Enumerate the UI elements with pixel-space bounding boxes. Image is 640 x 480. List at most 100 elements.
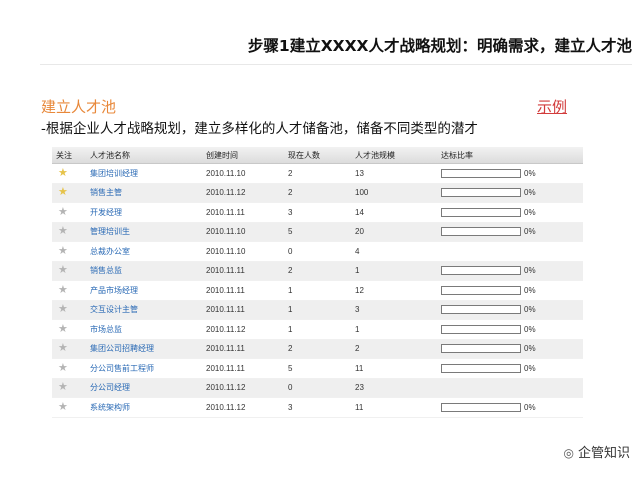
pool-name-link[interactable]: 集团培训经理: [86, 163, 202, 184]
rate-cell: [437, 241, 583, 262]
rate-cell: 0%: [437, 300, 583, 320]
current-count: 1: [284, 319, 351, 340]
follow-cell: ★: [52, 222, 86, 242]
rate-cell: 0%: [437, 280, 583, 301]
current-count: 2: [284, 261, 351, 281]
watermark-text: 企管知识: [577, 446, 630, 461]
col-header-rate[interactable]: 达标比率: [437, 147, 583, 164]
progress-bar: [441, 344, 521, 354]
star-icon[interactable]: ★: [56, 323, 68, 335]
col-header-follow[interactable]: 关注: [52, 147, 86, 164]
table-row[interactable]: ★ 销售总监 2010.11.11 2 1 0%: [52, 261, 583, 281]
pool-name-link[interactable]: 销售总监: [86, 261, 202, 281]
star-icon[interactable]: ★: [56, 245, 68, 257]
watermark: ◎ 企管知识: [564, 442, 631, 461]
pool-name-link[interactable]: 销售主管: [86, 183, 202, 203]
table-row[interactable]: ★ 市场总监 2010.11.12 1 1 0%: [52, 319, 583, 340]
follow-cell: ★: [52, 300, 86, 320]
star-icon[interactable]: ★: [56, 225, 68, 237]
progress-bar: [441, 188, 521, 198]
created-date: 2010.11.11: [202, 339, 284, 359]
table-row[interactable]: ★ 产品市场经理 2010.11.11 1 12 0%: [52, 280, 583, 301]
page-title: 步骤1建立XXXX人才战略规划：明确需求，建立人才池: [247, 37, 632, 55]
created-date: 2010.11.10: [202, 222, 284, 242]
pool-size: 13: [351, 163, 437, 184]
created-date: 2010.11.12: [202, 319, 284, 340]
table-row[interactable]: ★ 集团培训经理 2010.11.10 2 13 0%: [52, 163, 583, 184]
table-row[interactable]: ★ 集团公司招聘经理 2010.11.11 2 2 0%: [52, 339, 583, 359]
rate-percent: 0%: [524, 324, 536, 334]
rate-percent: 0%: [524, 207, 536, 217]
wechat-icon: ◎: [563, 446, 574, 460]
table-row[interactable]: ★ 开发经理 2010.11.11 3 14 0%: [52, 202, 583, 223]
progress-bar: [441, 227, 521, 237]
star-icon[interactable]: ★: [56, 303, 68, 315]
rate-cell: 0%: [437, 183, 583, 203]
star-icon[interactable]: ★: [56, 381, 68, 393]
rate-cell: 0%: [437, 202, 583, 223]
pool-name-link[interactable]: 市场总监: [86, 319, 202, 340]
pool-name-link[interactable]: 分公司售前工程师: [86, 358, 202, 379]
pool-size: 2: [351, 339, 437, 359]
star-icon[interactable]: ★: [56, 362, 68, 374]
follow-cell: ★: [52, 202, 86, 223]
col-header-pool-size[interactable]: 人才池规模: [351, 147, 437, 164]
talent-pool-table: 关注 人才池名称 创建时间 现在人数 人才池规模 达标比率 ★ 集团培训经理 201…: [52, 147, 583, 418]
example-link[interactable]: 示例: [537, 96, 567, 117]
col-header-pool-name[interactable]: 人才池名称: [86, 147, 202, 164]
table-row[interactable]: ★ 销售主管 2010.11.12 2 100 0%: [52, 183, 583, 203]
pool-name-link[interactable]: 交互设计主管: [86, 300, 202, 320]
created-date: 2010.11.12: [202, 183, 284, 203]
col-header-current-count[interactable]: 现在人数: [284, 147, 351, 164]
created-date: 2010.11.11: [202, 261, 284, 281]
follow-cell: ★: [52, 358, 86, 379]
star-icon[interactable]: ★: [56, 206, 68, 218]
current-count: 2: [284, 163, 351, 184]
table-row[interactable]: ★ 交互设计主管 2010.11.11 1 3 0%: [52, 300, 583, 320]
star-icon[interactable]: ★: [56, 186, 68, 198]
table-row[interactable]: ★ 总裁办公室 2010.11.10 0 4: [52, 241, 583, 262]
star-icon[interactable]: ★: [56, 167, 68, 179]
pool-name-link[interactable]: 系统架构师: [86, 397, 202, 418]
pool-size: 11: [351, 358, 437, 379]
current-count: 5: [284, 222, 351, 242]
pool-name-link[interactable]: 管理培训生: [86, 222, 202, 242]
star-icon[interactable]: ★: [56, 401, 68, 413]
created-date: 2010.11.11: [202, 358, 284, 379]
pool-name-link[interactable]: 分公司经理: [86, 378, 202, 398]
table-row[interactable]: ★ 分公司售前工程师 2010.11.11 5 11 0%: [52, 358, 583, 379]
rate-percent: 0%: [524, 402, 536, 412]
table-row[interactable]: ★ 管理培训生 2010.11.10 5 20 0%: [52, 222, 583, 242]
rate-percent: 0%: [524, 188, 536, 198]
table-row[interactable]: ★ 分公司经理 2010.11.12 0 23: [52, 378, 583, 398]
pool-name-link[interactable]: 总裁办公室: [86, 241, 202, 262]
follow-cell: ★: [52, 397, 86, 418]
pool-size: 20: [351, 222, 437, 242]
progress-bar: [441, 285, 521, 295]
created-date: 2010.11.11: [202, 300, 284, 320]
rate-cell: 0%: [437, 319, 583, 340]
rate-percent: 0%: [524, 344, 536, 354]
pool-name-link[interactable]: 开发经理: [86, 202, 202, 223]
table-row[interactable]: ★ 系统架构师 2010.11.12 3 11 0%: [52, 397, 583, 418]
follow-cell: ★: [52, 163, 86, 184]
rate-cell: 0%: [437, 222, 583, 242]
rate-percent: 0%: [524, 266, 536, 276]
table-header-row: 关注 人才池名称 创建时间 现在人数 人才池规模 达标比率: [52, 147, 583, 164]
pool-size: 1: [351, 261, 437, 281]
star-icon[interactable]: ★: [56, 342, 68, 354]
pool-size: 4: [351, 241, 437, 262]
current-count: 0: [284, 378, 351, 398]
star-icon[interactable]: ★: [56, 284, 68, 296]
follow-cell: ★: [52, 378, 86, 398]
pool-size: 23: [351, 378, 437, 398]
follow-cell: ★: [52, 280, 86, 301]
created-date: 2010.11.11: [202, 202, 284, 223]
pool-name-link[interactable]: 集团公司招聘经理: [86, 339, 202, 359]
col-header-created[interactable]: 创建时间: [202, 147, 284, 164]
pool-name-link[interactable]: 产品市场经理: [86, 280, 202, 301]
current-count: 5: [284, 358, 351, 379]
follow-cell: ★: [52, 261, 86, 281]
rate-cell: 0%: [437, 339, 583, 359]
star-icon[interactable]: ★: [56, 264, 68, 276]
